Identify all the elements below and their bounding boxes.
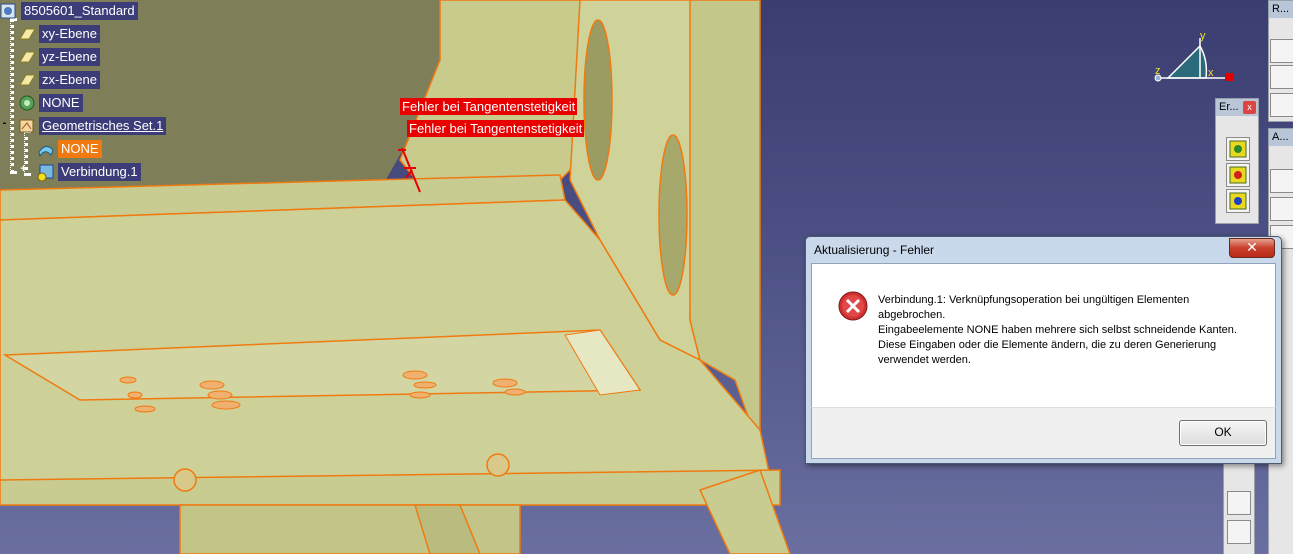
update-error-icon[interactable] (1226, 163, 1250, 187)
svg-text:x: x (1208, 67, 1214, 79)
error-message-line: Diese Eingaben oder die Elemente ändern,… (878, 339, 1217, 366)
join-icon (37, 163, 55, 182)
close-icon[interactable]: x (1243, 101, 1256, 114)
gear-icon (18, 94, 36, 112)
plane-icon (18, 48, 36, 66)
analysis-tool-icon[interactable] (1270, 197, 1293, 221)
compass-widget[interactable]: y z x (1150, 30, 1240, 90)
tree-item-geometric-set[interactable]: Geometrisches Set.1 (18, 116, 167, 136)
svg-text:y: y (1200, 30, 1206, 42)
part-icon (0, 2, 18, 20)
dialog-close-button[interactable]: ✕ (1229, 238, 1275, 258)
error-icon (838, 291, 868, 321)
plane-tool-icon[interactable] (1270, 93, 1293, 117)
update-all-icon[interactable] (1226, 189, 1250, 213)
surface-icon (37, 140, 55, 158)
error-message-line: Verbindung.1: Verknüpfungsoperation bei … (878, 294, 1190, 321)
tree-item-xy-plane[interactable]: xy-Ebene (18, 24, 100, 44)
ok-button[interactable]: OK (1179, 420, 1267, 446)
dialog-footer: OK (811, 407, 1276, 459)
plane-icon (18, 25, 36, 43)
spline-tool-icon[interactable] (1270, 65, 1293, 89)
tangent-error-annotation: Fehler bei Tangentenstetigkeit (407, 120, 585, 137)
error-message-line: Eingabeelemente NONE haben mehrere sich … (878, 324, 1237, 336)
update-icon[interactable] (1226, 137, 1250, 161)
tree-item-yz-plane[interactable]: yz-Ebene (18, 47, 100, 67)
line-tool-icon[interactable] (1270, 39, 1293, 63)
toolbar-er[interactable]: Er... x (1215, 98, 1259, 224)
tool-icon[interactable] (1227, 491, 1251, 515)
specification-tree[interactable]: 8505601_Standard xy-Ebene yz-Ebene zx-Eb… (0, 0, 240, 190)
tool-icon[interactable] (1227, 520, 1251, 544)
tree-item-none-surface[interactable]: NONE (37, 139, 102, 159)
collapse-toggle[interactable]: - (0, 118, 9, 129)
error-message: Verbindung.1: Verknüpfungsoperation bei … (878, 293, 1258, 368)
dialog-title: Aktualisierung - Fehler (814, 243, 935, 257)
tree-item-none-body[interactable]: NONE (18, 93, 83, 113)
update-error-dialog[interactable]: Aktualisierung - Fehler ✕ Verbindung.1: … (805, 236, 1282, 464)
dialog-body: Verbindung.1: Verknüpfungsoperation bei … (811, 263, 1276, 407)
analysis-tool-icon[interactable] (1270, 169, 1293, 193)
expand-toggle[interactable]: + (19, 164, 28, 175)
toolbar-lower[interactable] (1223, 455, 1255, 554)
tangent-error-annotation: Fehler bei Tangentenstetigkeit (400, 98, 578, 115)
svg-text:z: z (1155, 65, 1161, 77)
tree-item-join[interactable]: Verbindung.1 (37, 162, 141, 182)
tree-root[interactable]: 8505601_Standard (0, 1, 138, 21)
toolbar-r[interactable]: R... (1268, 0, 1293, 122)
plane-icon (18, 71, 36, 89)
geometric-set-icon (18, 117, 36, 135)
tree-item-zx-plane[interactable]: zx-Ebene (18, 70, 100, 90)
